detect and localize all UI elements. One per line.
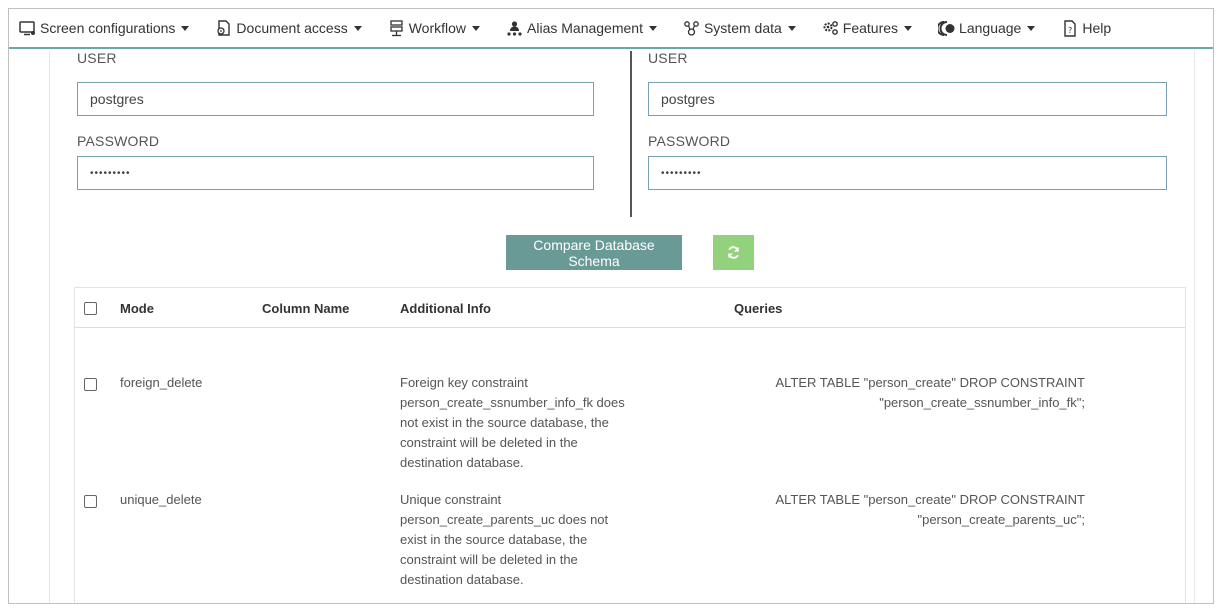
refresh-button[interactable] bbox=[713, 235, 754, 270]
app-window: Screen configurations Document access Wo… bbox=[8, 8, 1214, 604]
alias-people-icon bbox=[506, 20, 523, 37]
caret-down-icon bbox=[904, 25, 913, 31]
caret-down-icon bbox=[1027, 25, 1036, 31]
menu-screen-configurations[interactable]: Screen configurations bbox=[19, 9, 190, 48]
menu-alias-management[interactable]: Alias Management bbox=[506, 9, 657, 48]
menu-label: Help bbox=[1082, 20, 1112, 36]
schema-diff-table: Mode Column Name Additional Info Queries… bbox=[74, 287, 1186, 603]
menu-label: Document access bbox=[236, 20, 348, 36]
menu-label: Workflow bbox=[408, 20, 467, 36]
source-password-label: PASSWORD bbox=[77, 133, 160, 149]
menu-features[interactable]: Features bbox=[822, 9, 913, 48]
header-column-name: Column Name bbox=[262, 301, 350, 316]
row-query: ALTER TABLE "person_create" DROP CONSTRA… bbox=[775, 492, 1085, 527]
source-user-input[interactable] bbox=[77, 82, 594, 116]
header-queries: Queries bbox=[734, 301, 783, 316]
schema-compare-panel: USER PASSWORD USER PASSWORD Compare Data… bbox=[49, 51, 1195, 603]
row-mode: foreign_delete bbox=[120, 375, 203, 390]
header-mode: Mode bbox=[120, 301, 154, 316]
svg-text:?: ? bbox=[1068, 26, 1072, 35]
row-additional-info: Foreign key constraint person_create_ssn… bbox=[400, 375, 625, 470]
destination-password-label: PASSWORD bbox=[648, 133, 731, 149]
monitor-icon bbox=[19, 20, 36, 37]
caret-down-icon bbox=[181, 25, 190, 31]
top-menu-bar: Screen configurations Document access Wo… bbox=[9, 9, 1213, 49]
header-additional-info: Additional Info bbox=[400, 301, 491, 316]
source-user-label: USER bbox=[77, 53, 117, 66]
gears-icon bbox=[822, 20, 839, 37]
source-password-input[interactable] bbox=[77, 156, 594, 190]
row-checkbox[interactable] bbox=[84, 378, 97, 391]
caret-down-icon bbox=[648, 25, 657, 31]
column-divider bbox=[630, 51, 632, 217]
select-all-checkbox[interactable] bbox=[84, 302, 97, 315]
menu-language[interactable]: Language bbox=[938, 9, 1036, 48]
destination-user-label: USER bbox=[648, 53, 688, 66]
caret-down-icon bbox=[787, 25, 796, 31]
row-mode: unique_delete bbox=[120, 492, 202, 507]
menu-label: System data bbox=[703, 20, 782, 36]
language-icon bbox=[938, 20, 955, 37]
menu-workflow[interactable]: Workflow bbox=[388, 9, 481, 48]
row-query: ALTER TABLE "person_create" DROP CONSTRA… bbox=[775, 375, 1085, 410]
refresh-icon bbox=[726, 245, 741, 260]
table-header: Mode Column Name Additional Info Queries bbox=[75, 288, 1185, 328]
menu-label: Screen configurations bbox=[40, 20, 176, 36]
menu-label: Features bbox=[842, 20, 899, 36]
row-checkbox[interactable] bbox=[84, 495, 97, 508]
menu-label: Alias Management bbox=[527, 20, 643, 36]
row-additional-info: Unique constraint person_create_parents_… bbox=[400, 492, 609, 587]
help-document-icon: ? bbox=[1061, 19, 1078, 37]
system-data-icon bbox=[683, 20, 700, 37]
destination-user-input[interactable] bbox=[648, 82, 1167, 116]
compare-database-schema-button[interactable]: Compare Database Schema bbox=[506, 235, 682, 270]
destination-password-input[interactable] bbox=[648, 156, 1167, 190]
caret-down-icon bbox=[472, 25, 481, 31]
menu-help[interactable]: ? Help bbox=[1061, 9, 1112, 48]
menu-document-access[interactable]: Document access bbox=[215, 9, 362, 48]
menu-system-data[interactable]: System data bbox=[683, 9, 796, 48]
caret-down-icon bbox=[353, 25, 362, 31]
workflow-icon bbox=[388, 19, 405, 37]
menu-label: Language bbox=[959, 20, 1022, 36]
document-access-icon bbox=[215, 19, 232, 37]
